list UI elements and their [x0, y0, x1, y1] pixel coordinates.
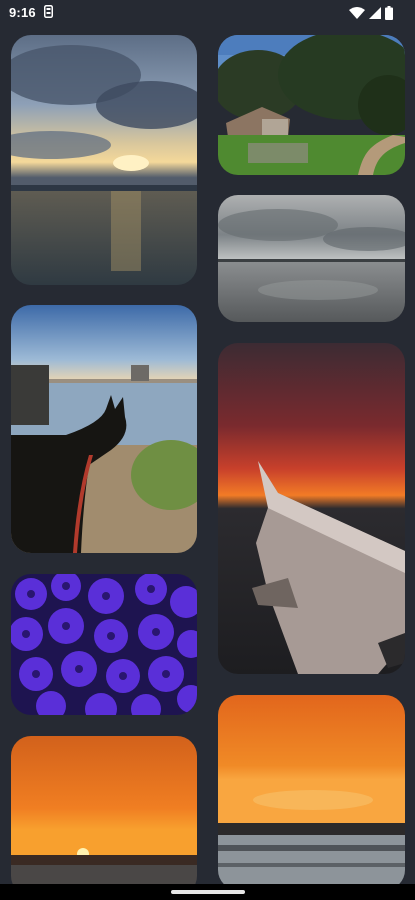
status-bar: 9:16 — [0, 0, 415, 26]
photo-tile[interactable] — [11, 35, 197, 285]
storage-icon — [44, 5, 53, 18]
navigation-bar — [0, 884, 415, 900]
wifi-icon — [349, 7, 365, 22]
status-time: 9:16 — [9, 5, 36, 20]
sunset-water-image — [218, 695, 405, 890]
photo-tile[interactable] — [218, 695, 405, 890]
purple-flowers-image — [11, 574, 197, 715]
photo-tile[interactable] — [218, 195, 405, 322]
house-trees-image — [218, 35, 405, 175]
photo-tile[interactable] — [11, 305, 197, 553]
photo-tile[interactable] — [11, 736, 197, 896]
overcast-beach-image — [218, 195, 405, 322]
status-icons — [349, 6, 393, 23]
cell-signal-icon — [369, 7, 381, 22]
photo-tile[interactable] — [218, 343, 405, 674]
airplane-wing-image — [218, 343, 405, 674]
photo-grid — [0, 0, 415, 900]
battery-icon — [385, 6, 393, 23]
dog-shoreline-image — [11, 305, 197, 553]
photo-tile[interactable] — [218, 35, 405, 175]
photo-tile[interactable] — [11, 574, 197, 715]
sunset-clouds-image — [11, 35, 197, 285]
gesture-handle-icon[interactable] — [171, 890, 245, 894]
orange-sunset-image — [11, 736, 197, 896]
